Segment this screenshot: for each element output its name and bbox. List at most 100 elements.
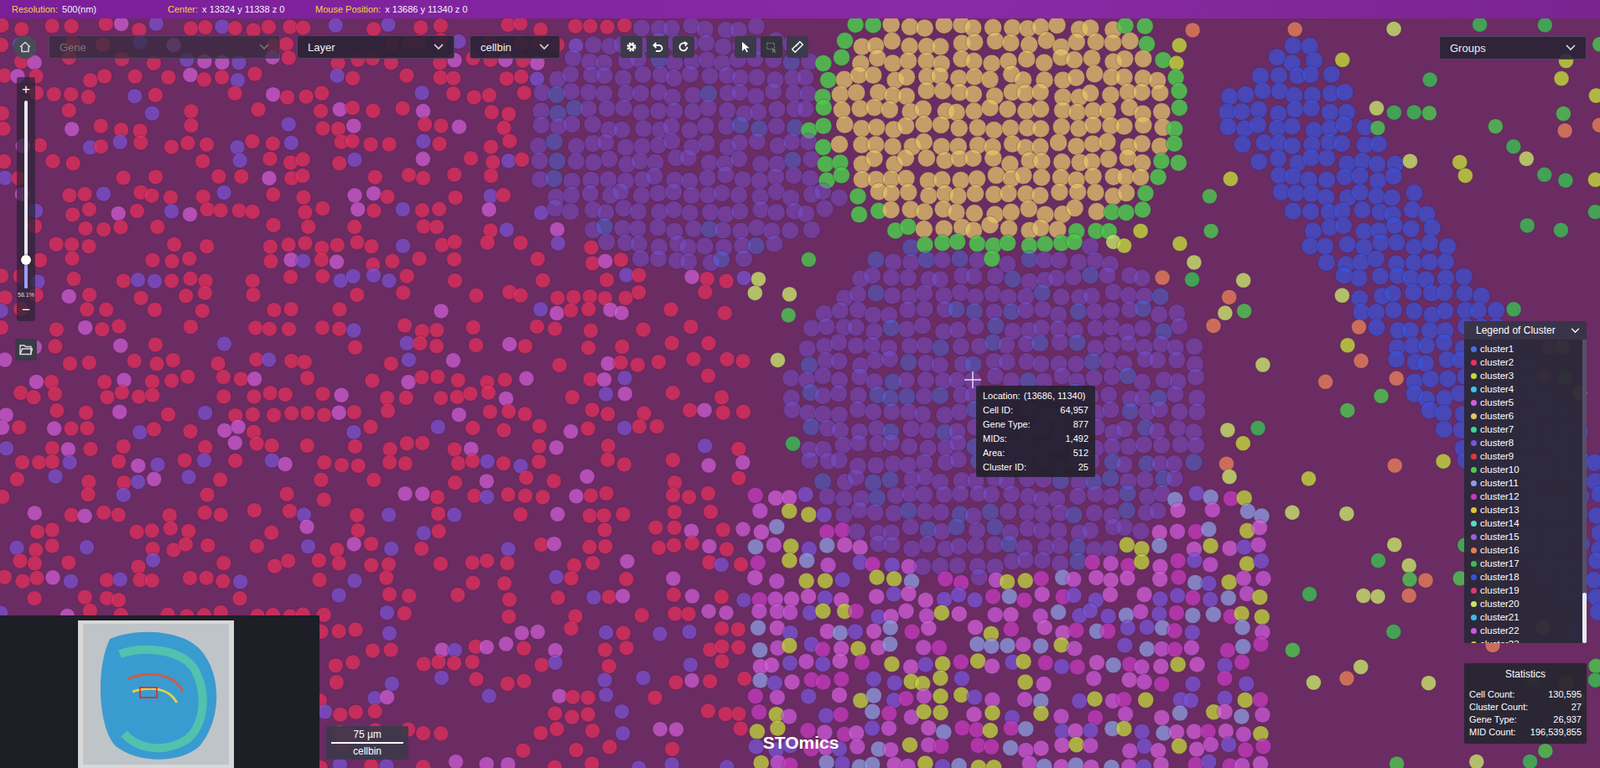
cell[interactable] — [25, 389, 42, 406]
cell[interactable] — [628, 202, 647, 221]
cell[interactable] — [264, 437, 280, 453]
cell[interactable] — [631, 249, 650, 268]
cell[interactable] — [733, 171, 752, 189]
cell[interactable] — [227, 85, 243, 101]
cell[interactable] — [949, 321, 967, 339]
cell[interactable] — [883, 31, 901, 50]
cell[interactable] — [680, 252, 698, 271]
cell[interactable] — [685, 351, 702, 367]
cell[interactable] — [796, 100, 815, 119]
cell[interactable] — [216, 555, 232, 572]
cell[interactable] — [581, 184, 599, 203]
cell[interactable] — [1116, 50, 1134, 68]
cell[interactable] — [1153, 103, 1171, 121]
cell[interactable] — [502, 336, 518, 352]
cell[interactable] — [666, 504, 682, 520]
cell[interactable] — [914, 133, 933, 151]
cell[interactable] — [701, 486, 717, 502]
cell[interactable] — [315, 386, 331, 402]
cell[interactable] — [277, 386, 293, 402]
cell[interactable] — [0, 320, 9, 336]
cell[interactable] — [232, 152, 248, 168]
cell[interactable] — [447, 190, 463, 206]
cell[interactable] — [0, 17, 10, 33]
cell[interactable] — [997, 336, 1016, 354]
cell[interactable] — [782, 368, 800, 387]
cell[interactable] — [81, 238, 97, 255]
cell[interactable] — [649, 102, 668, 120]
cell[interactable] — [93, 139, 109, 155]
cell[interactable] — [1168, 419, 1187, 437]
cell[interactable] — [1136, 17, 1154, 35]
cell[interactable] — [1016, 551, 1034, 570]
cell[interactable] — [535, 272, 551, 288]
cell[interactable] — [215, 573, 231, 589]
cell[interactable] — [1333, 135, 1351, 153]
cell[interactable] — [551, 357, 567, 373]
cell[interactable] — [198, 570, 214, 586]
cell[interactable] — [1302, 149, 1320, 167]
cell[interactable] — [463, 150, 479, 167]
cell[interactable] — [729, 186, 748, 204]
cell[interactable] — [479, 489, 495, 505]
cell[interactable] — [666, 537, 682, 553]
cell[interactable] — [784, 166, 803, 185]
cell[interactable] — [496, 422, 512, 438]
cell[interactable] — [282, 19, 298, 35]
cell[interactable] — [1423, 218, 1441, 237]
cell[interactable] — [1118, 536, 1135, 553]
cell[interactable] — [1169, 552, 1186, 569]
cell[interactable] — [582, 322, 598, 338]
cell[interactable] — [883, 535, 901, 554]
cell[interactable] — [1032, 354, 1050, 373]
cell[interactable] — [915, 387, 934, 406]
cell[interactable] — [196, 72, 212, 88]
cell[interactable] — [982, 485, 1001, 504]
cell[interactable] — [230, 419, 246, 435]
cell[interactable] — [781, 286, 797, 302]
cell[interactable] — [550, 506, 566, 522]
cell[interactable] — [150, 457, 166, 473]
cell[interactable] — [1251, 519, 1268, 536]
cell[interactable] — [1085, 302, 1104, 321]
cell[interactable] — [266, 407, 282, 423]
cell[interactable] — [649, 249, 668, 268]
cell[interactable] — [966, 184, 985, 203]
cell[interactable] — [1120, 334, 1138, 353]
cell[interactable] — [1434, 404, 1453, 422]
cell[interactable] — [281, 503, 297, 519]
cell[interactable] — [1250, 536, 1267, 553]
cell[interactable] — [296, 189, 312, 205]
cell[interactable] — [500, 487, 516, 503]
cell[interactable] — [277, 457, 293, 473]
cell[interactable] — [97, 68, 113, 84]
cell[interactable] — [545, 169, 563, 188]
cell[interactable] — [1590, 524, 1600, 542]
cell[interactable] — [366, 202, 382, 219]
cell[interactable] — [78, 540, 94, 556]
cell[interactable] — [1102, 488, 1121, 506]
cell[interactable] — [1134, 116, 1153, 135]
cell[interactable] — [1217, 305, 1233, 321]
cell[interactable] — [1284, 504, 1300, 520]
cell[interactable] — [747, 570, 764, 587]
cell[interactable] — [664, 182, 683, 201]
cell[interactable] — [63, 573, 79, 589]
cell[interactable] — [1592, 36, 1600, 52]
cell[interactable] — [1434, 420, 1453, 438]
cell[interactable] — [62, 356, 78, 372]
cell[interactable] — [1235, 436, 1251, 452]
cell[interactable] — [747, 17, 765, 36]
cell[interactable] — [580, 420, 596, 437]
cell[interactable] — [999, 502, 1018, 520]
cell[interactable] — [530, 151, 549, 170]
cell[interactable] — [446, 251, 463, 267]
cell[interactable] — [163, 139, 179, 155]
cell[interactable] — [714, 37, 733, 56]
cell[interactable] — [379, 189, 395, 205]
cell[interactable] — [850, 206, 868, 224]
cell[interactable] — [197, 504, 213, 520]
cell[interactable] — [1340, 337, 1356, 354]
cell[interactable] — [278, 36, 294, 52]
cell[interactable] — [1050, 251, 1069, 270]
